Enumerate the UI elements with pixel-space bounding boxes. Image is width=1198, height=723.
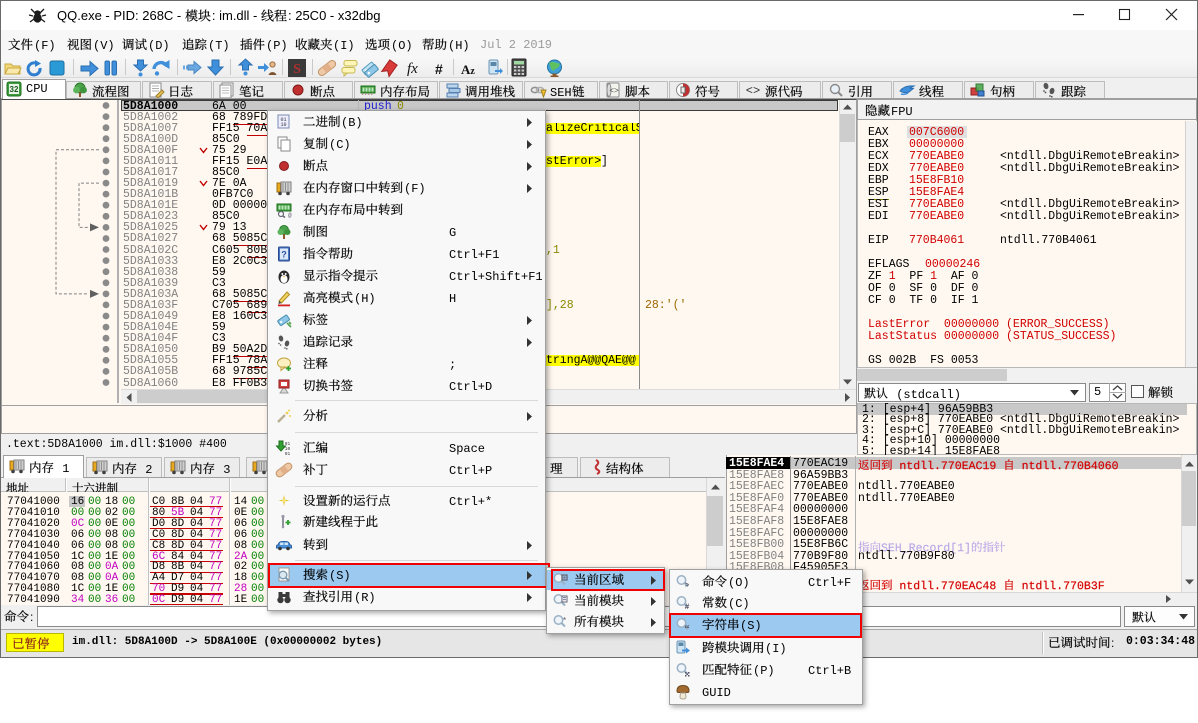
svg-text:<>: <> — [609, 87, 619, 96]
svg-text:01: 01 — [285, 451, 291, 457]
svg-text:S: S — [293, 62, 301, 77]
svg-text:#: # — [685, 603, 690, 612]
svg-text:*: * — [563, 616, 566, 625]
svg-text:@: @ — [288, 212, 292, 219]
svg-text:<>: <> — [746, 84, 760, 98]
svg-text:10: 10 — [280, 122, 286, 128]
svg-text:>: > — [685, 582, 689, 590]
svg-text:?: ? — [281, 250, 287, 260]
